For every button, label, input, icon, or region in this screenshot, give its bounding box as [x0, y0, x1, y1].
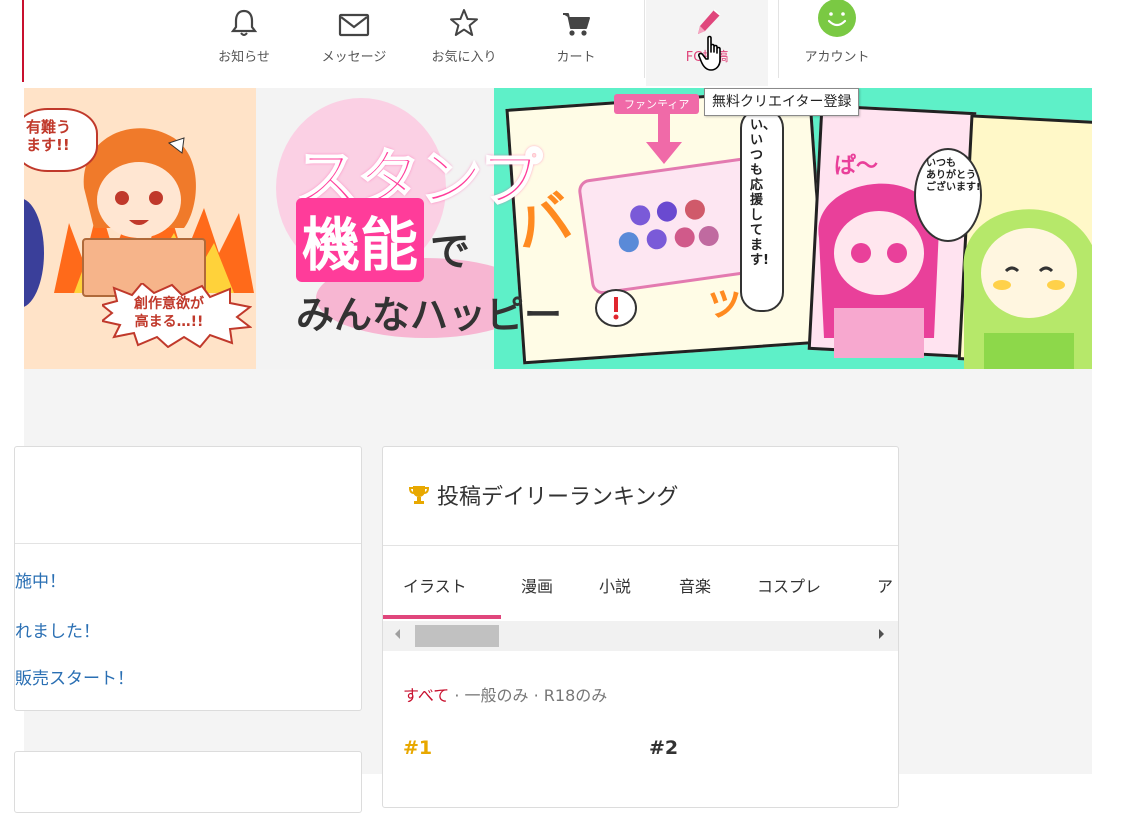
nav-favorites-label: お気に入り: [431, 50, 497, 65]
content-area: 施中！ れました！ 販売スタート！ 投稿デイリーランキング イラスト 漫画 小説…: [14, 369, 1127, 813]
active-tab-indicator: [383, 615, 501, 619]
nav-cart[interactable]: カート: [536, 0, 616, 86]
tab-cosplay[interactable]: コスプレ: [757, 573, 821, 597]
exclamation-icon: [595, 289, 637, 327]
filter-r18[interactable]: R18のみ: [544, 686, 607, 705]
news-link[interactable]: 販売スタート！: [15, 664, 134, 689]
news-link[interactable]: れました！: [15, 617, 100, 642]
promo-banner[interactable]: 有難う ます!! 創作意欲が 高まる…!! ファンティア バ ッ い、いつも応援…: [24, 88, 1092, 369]
trophy-icon: [409, 486, 429, 504]
green-character-illustration: [963, 209, 1092, 369]
filter-general[interactable]: 一般のみ: [465, 686, 529, 705]
nav-cart-label: カート: [556, 50, 596, 65]
down-arrow-icon: [646, 106, 682, 164]
news-card: 施中！ れました！ 販売スタート！: [14, 446, 362, 711]
banner-left-illustration: 有難う ます!! 創作意欲が 高まる…!!: [24, 88, 256, 369]
cart-icon: [561, 0, 591, 38]
nav-notifications-label: お知らせ: [218, 50, 270, 65]
tab-more[interactable]: ア: [877, 573, 893, 597]
tab-novel[interactable]: 小説: [599, 573, 631, 597]
tabs-scrollbar[interactable]: [383, 621, 898, 651]
scroll-right-arrow-icon[interactable]: [879, 629, 884, 639]
speech-bubble-text: 有難う ます!!: [26, 118, 72, 154]
sfx-text: ぱ〜: [834, 154, 879, 179]
header-divider: [778, 0, 779, 78]
sfx-text: ッ: [704, 278, 744, 324]
card-divider: [383, 545, 898, 546]
rank-1-label: #1: [403, 737, 433, 759]
filter-all[interactable]: すべて: [403, 686, 449, 705]
nav-account[interactable]: アカウント: [784, 0, 890, 86]
bell-icon: [230, 0, 258, 38]
ranking-title: 投稿デイリーランキング: [409, 479, 678, 511]
ranking-title-text: 投稿デイリーランキング: [437, 485, 679, 510]
smiley-avatar-icon: [817, 0, 857, 40]
spiky-bubble-text: 創作意欲が 高まる…!!: [134, 296, 204, 330]
tooltip: 無料クリエイター登録: [704, 88, 860, 116]
card-divider: [15, 543, 361, 544]
header-divider: [644, 0, 645, 78]
banner-title-highlight: 機能: [296, 198, 425, 282]
banner-title-line3: みんなハッピー: [296, 293, 563, 337]
ranking-card: 投稿デイリーランキング イラスト 漫画 小説 音楽 コスプレ ア すべて · 一…: [382, 446, 899, 808]
tab-illust[interactable]: イラスト: [403, 573, 467, 597]
nav-favorites[interactable]: お気に入り: [416, 0, 512, 86]
rank-2-label: #2: [649, 737, 679, 759]
banner-title-line2: 機能で: [296, 198, 470, 282]
filter-separator: ·: [528, 686, 544, 705]
ranking-filter: すべて · 一般のみ · R18のみ: [403, 682, 607, 706]
filter-separator: ·: [449, 686, 465, 705]
scroll-thumb[interactable]: [415, 625, 499, 647]
tab-manga[interactable]: 漫画: [521, 573, 553, 597]
right-margin: [1092, 369, 1127, 774]
pencil-icon: [692, 0, 722, 38]
banner-title-particle: で: [430, 229, 471, 275]
second-card: [14, 751, 362, 813]
scroll-left-arrow-icon[interactable]: [395, 629, 400, 639]
tab-music[interactable]: 音楽: [679, 573, 711, 597]
vertical-speech-text: い、いつも応援してます!: [750, 118, 777, 268]
envelope-icon: [338, 0, 370, 38]
character-hair-illustration: [24, 198, 44, 308]
star-icon: [449, 0, 479, 38]
nav-messages-label: メッセージ: [321, 50, 387, 65]
nav-account-label: アカウント: [804, 50, 870, 65]
news-link[interactable]: 施中！: [15, 567, 66, 592]
site-header: お知らせ メッセージ お気に入り カート FC投稿 アカウント: [24, 0, 1127, 86]
banner-comic: ファンティア バ ッ い、いつも応援してます! ぱ〜 いつも ありがとう ござい…: [494, 88, 1092, 369]
nav-messages[interactable]: メッセージ: [306, 0, 402, 86]
nav-notifications[interactable]: お知らせ: [204, 0, 284, 86]
hand-pointer-cursor-icon: [698, 34, 732, 78]
